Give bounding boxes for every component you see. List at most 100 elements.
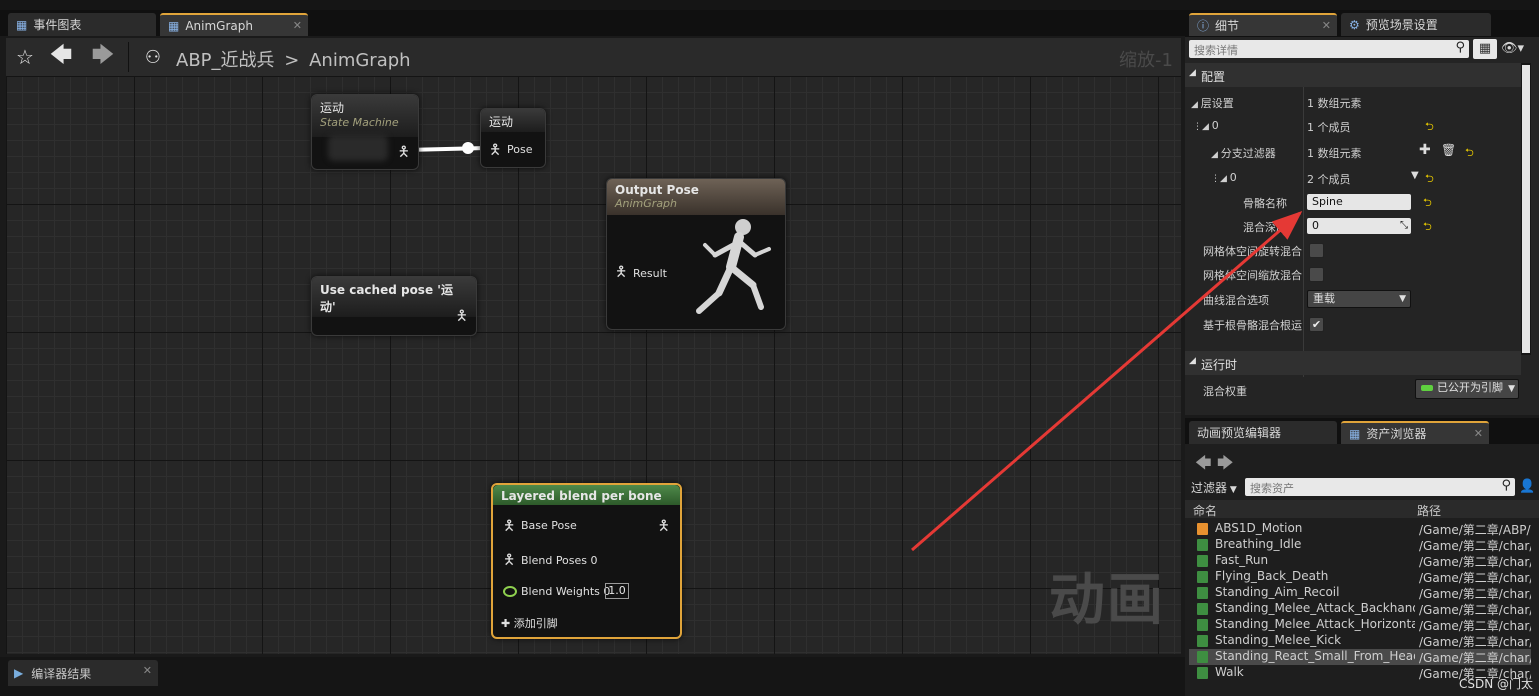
details-panel: 搜索详情 ⚲ ▦ 👁▾ ◢ 配置 ◢ 层设置 1 数组元素 ⋮◢ 0 1 个成员…	[1185, 37, 1539, 415]
blend-depth-field[interactable]: 0 ⤡	[1307, 218, 1411, 234]
add-pin-button[interactable]: ✚ 添加引脚	[501, 615, 558, 631]
output-pose-pin-icon[interactable]: 🯅	[658, 515, 670, 539]
blendspace-asset-icon	[1197, 523, 1208, 535]
output-pose-node[interactable]: Output Pose AnimGraph 🯅 Result	[606, 178, 786, 330]
list-item[interactable]: Breathing_Idle /Game/第二章/char/	[1195, 537, 1531, 553]
cached-pose-title: Use cached pose '运动'	[312, 277, 476, 317]
tab-event-graph[interactable]: ▦ 事件图表	[8, 13, 156, 36]
reset-arrow-icon[interactable]: ⮌	[1423, 218, 1432, 237]
reset-arrow-icon[interactable]: ⮌	[1423, 194, 1432, 213]
result-pin-icon[interactable]: 🯅	[615, 261, 627, 285]
section-runtime[interactable]: ◢ 运行时	[1185, 351, 1521, 375]
section-runtime-label: 运行时	[1201, 358, 1238, 372]
back-arrow-icon[interactable]: 🡄	[46, 38, 76, 76]
asset-search-input[interactable]: 搜索资产 ⚲	[1245, 478, 1515, 496]
tab-preview-settings-label: 预览场景设置	[1365, 18, 1438, 32]
tab-details[interactable]: ⓘ 细节 ✕	[1189, 13, 1337, 36]
toolbar-divider	[128, 42, 129, 72]
filter-0-label: ⋮◢ 0	[1211, 171, 1237, 184]
eye-icon[interactable]: 👁▾	[1501, 41, 1524, 56]
pose-pin-icon[interactable]: 🯅	[489, 139, 501, 163]
tab-anim-preview-editor[interactable]: 动画预览编辑器	[1189, 421, 1337, 444]
details-tab-bar: ⓘ 细节 ✕ ⚙ 预览场景设置	[1185, 10, 1539, 37]
pose-pin-icon[interactable]: 🯅	[398, 141, 410, 165]
base-pose-pin-icon[interactable]: 🯅	[503, 515, 515, 539]
asset-path: /Game/第二章/char/	[1419, 635, 1531, 649]
pose-pin-icon[interactable]: 🯅	[456, 305, 468, 329]
filter-0-value: 2 个成员	[1307, 173, 1351, 186]
animation-asset-icon	[1197, 635, 1208, 647]
pose-reference-node[interactable]: 运动 🯅 Pose	[480, 108, 546, 168]
asset-name: Standing_Melee_Kick	[1215, 633, 1342, 647]
forward-arrow-icon[interactable]: 🡆	[88, 38, 118, 76]
reset-arrow-icon[interactable]: ⮌	[1425, 170, 1434, 189]
breadcrumb-asset[interactable]: ABP_近战兵	[176, 50, 275, 71]
row-mesh-scale-blend: 网格体空间缩放混合	[1185, 262, 1521, 286]
filter-dropdown[interactable]: 过滤器 ▼	[1191, 479, 1237, 496]
blend-poses-pin-icon[interactable]: 🯅	[503, 549, 515, 573]
row-root-bone-blend: 基于根骨骼混合根运 ✔	[1185, 312, 1521, 336]
grid-view-icon[interactable]: ▦	[1473, 39, 1497, 59]
section-config[interactable]: ◢ 配置	[1185, 63, 1521, 87]
list-item[interactable]: ABS1D_Motion /Game/第二章/ABP/	[1195, 521, 1531, 537]
list-item-selected[interactable]: Standing_React_Small_From_Headsh /Game/第…	[1189, 649, 1531, 665]
mesh-scale-blend-checkbox[interactable]	[1309, 267, 1324, 282]
bone-name-field[interactable]: Spine	[1307, 194, 1411, 210]
trash-icon[interactable]: 🗑	[1441, 143, 1456, 157]
curve-blend-option-dropdown[interactable]: 重载 ▼	[1307, 290, 1411, 308]
reset-arrow-icon[interactable]: ⮌	[1465, 144, 1474, 163]
tab-preview-scene-settings[interactable]: ⚙ 预览场景设置	[1341, 13, 1491, 36]
blend-weight-input[interactable]: 1.0	[605, 583, 629, 599]
breadcrumb-graph[interactable]: AnimGraph	[309, 50, 410, 71]
list-item[interactable]: Standing_Aim_Recoil /Game/第二章/char/	[1195, 585, 1531, 601]
output-pose-subtitle: AnimGraph	[615, 197, 678, 210]
running-mannequin-icon	[696, 219, 771, 314]
back-arrow-icon[interactable]: 🡄	[1195, 452, 1212, 479]
state-machine-subtitle: State Machine	[320, 116, 399, 129]
base-pose-pin-label: Base Pose	[521, 519, 577, 532]
asset-name: Standing_Melee_Attack_Horizontal	[1215, 617, 1415, 631]
asset-name: Walk	[1215, 665, 1244, 679]
list-item[interactable]: Standing_Melee_Attack_Backhand /Game/第二章…	[1195, 601, 1531, 617]
tab-asset-browser[interactable]: ▦ 资产浏览器 ✕	[1341, 421, 1489, 444]
event-graph-icon: ▦	[16, 17, 28, 32]
close-icon[interactable]: ✕	[293, 19, 302, 32]
list-item[interactable]: Standing_Melee_Attack_Horizontal /Game/第…	[1195, 617, 1531, 633]
expose-as-pin-dropdown[interactable]: 已公开为引脚 ▼	[1415, 379, 1519, 399]
anim-graph-canvas[interactable]: 运动 State Machine 🯅 运动 🯅 Pose Output Pose…	[6, 76, 1181, 654]
tab-animgraph[interactable]: ▦ AnimGraph ✕	[160, 13, 308, 36]
root-bone-blend-checkbox[interactable]: ✔	[1309, 317, 1324, 332]
chevron-down-icon[interactable]: ▼	[1411, 170, 1419, 181]
column-path-header[interactable]: 路径	[1417, 502, 1441, 519]
asset-browser-icon: ▦	[1349, 426, 1361, 441]
row-bone-name: 骨骼名称 Spine ⮌	[1185, 190, 1521, 214]
plus-icon[interactable]: ✚	[1419, 142, 1431, 158]
details-scrollbar-thumb[interactable]	[1522, 65, 1530, 353]
resize-handle-icon[interactable]: ⤡	[1400, 218, 1408, 234]
state-machine-node[interactable]: 运动 State Machine 🯅	[311, 94, 419, 170]
mesh-rotation-blend-checkbox[interactable]	[1309, 243, 1324, 258]
star-icon[interactable]: ☆	[10, 38, 40, 76]
reset-arrow-icon[interactable]: ⮌	[1425, 118, 1434, 137]
row-mesh-rotation-blend: 网格体空间旋转混合	[1185, 238, 1521, 262]
blend-weight-pin-icon[interactable]	[503, 586, 517, 597]
cached-pose-node[interactable]: Use cached pose '运动' 🯅	[311, 276, 477, 336]
asset-name: Standing_Aim_Recoil	[1215, 585, 1340, 599]
list-item[interactable]: Fast_Run /Game/第二章/char/	[1195, 553, 1531, 569]
close-icon[interactable]: ✕	[1322, 19, 1331, 32]
animation-asset-icon	[1197, 539, 1208, 551]
close-icon[interactable]: ✕	[1474, 427, 1483, 440]
list-item[interactable]: Standing_Melee_Kick /Game/第二章/char/	[1195, 633, 1531, 649]
user-icon[interactable]: 👤	[1519, 479, 1535, 494]
column-name-header[interactable]: 命名	[1193, 502, 1217, 519]
list-item[interactable]: Flying_Back_Death /Game/第二章/char/	[1195, 569, 1531, 585]
row-curve-blend-option: 曲线混合选项 重载 ▼	[1185, 287, 1521, 311]
forward-arrow-icon[interactable]: 🡆	[1217, 452, 1234, 479]
details-search-input[interactable]: 搜索详情 ⚲	[1189, 40, 1469, 58]
tab-compiler-results[interactable]: ▶ 编译器结果 ✕	[8, 660, 158, 686]
details-scrollbar[interactable]	[1521, 63, 1531, 355]
layered-blend-per-bone-node[interactable]: Layered blend per bone 🯅 Base Pose 🯅 🯅 B…	[491, 483, 682, 639]
collapse-arrow-icon: ◢	[1189, 68, 1196, 78]
layered-blend-title: Layered blend per bone	[493, 485, 680, 505]
close-icon[interactable]: ✕	[143, 664, 152, 677]
